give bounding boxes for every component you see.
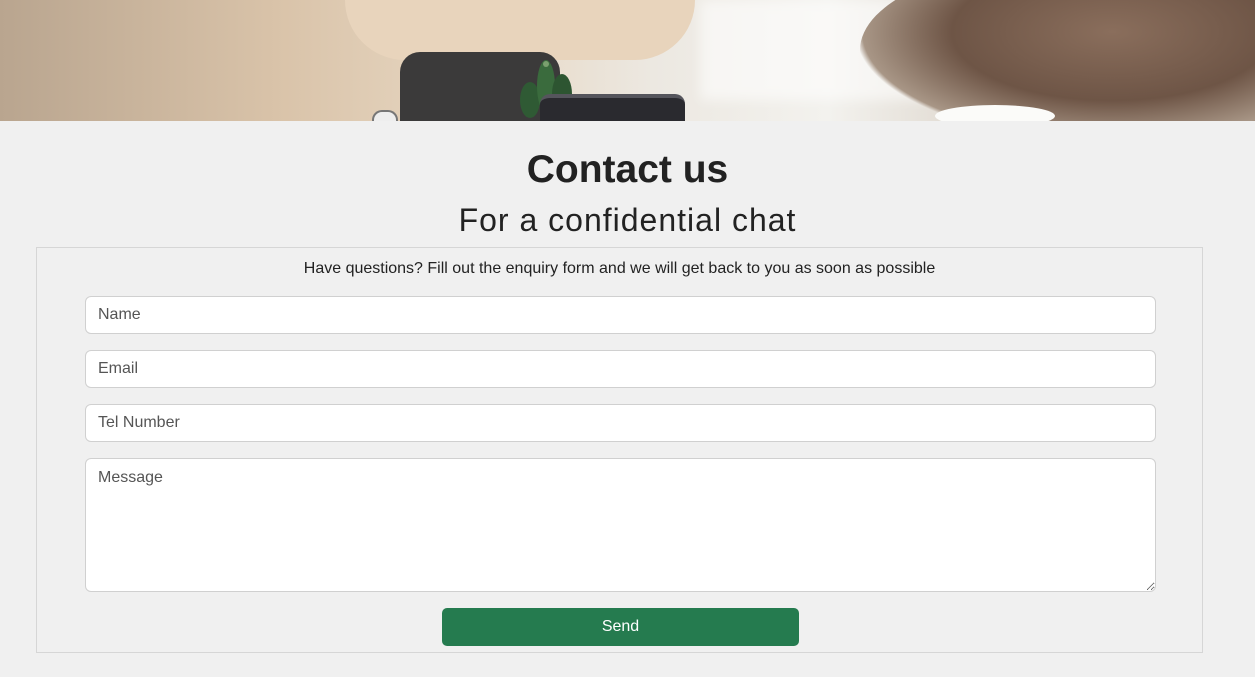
hero-blanket bbox=[860, 0, 1255, 121]
email-input[interactable] bbox=[85, 350, 1156, 388]
name-input[interactable] bbox=[85, 296, 1156, 334]
hero-banner-image bbox=[0, 0, 1255, 121]
form-intro-text: Have questions? Fill out the enquiry for… bbox=[303, 260, 936, 277]
tel-number-input[interactable] bbox=[85, 404, 1156, 442]
hero-clip bbox=[372, 110, 398, 121]
page-subtitle: For a confidential chat bbox=[458, 202, 797, 238]
enquiry-form: Have questions? Fill out the enquiry for… bbox=[36, 247, 1203, 653]
page-title: Contact us bbox=[526, 148, 729, 191]
hero-saucer bbox=[935, 105, 1055, 121]
hero-sleeve bbox=[345, 0, 695, 60]
message-textarea[interactable] bbox=[85, 458, 1156, 592]
hero-cup bbox=[540, 94, 685, 121]
send-button[interactable]: Send bbox=[442, 608, 799, 646]
